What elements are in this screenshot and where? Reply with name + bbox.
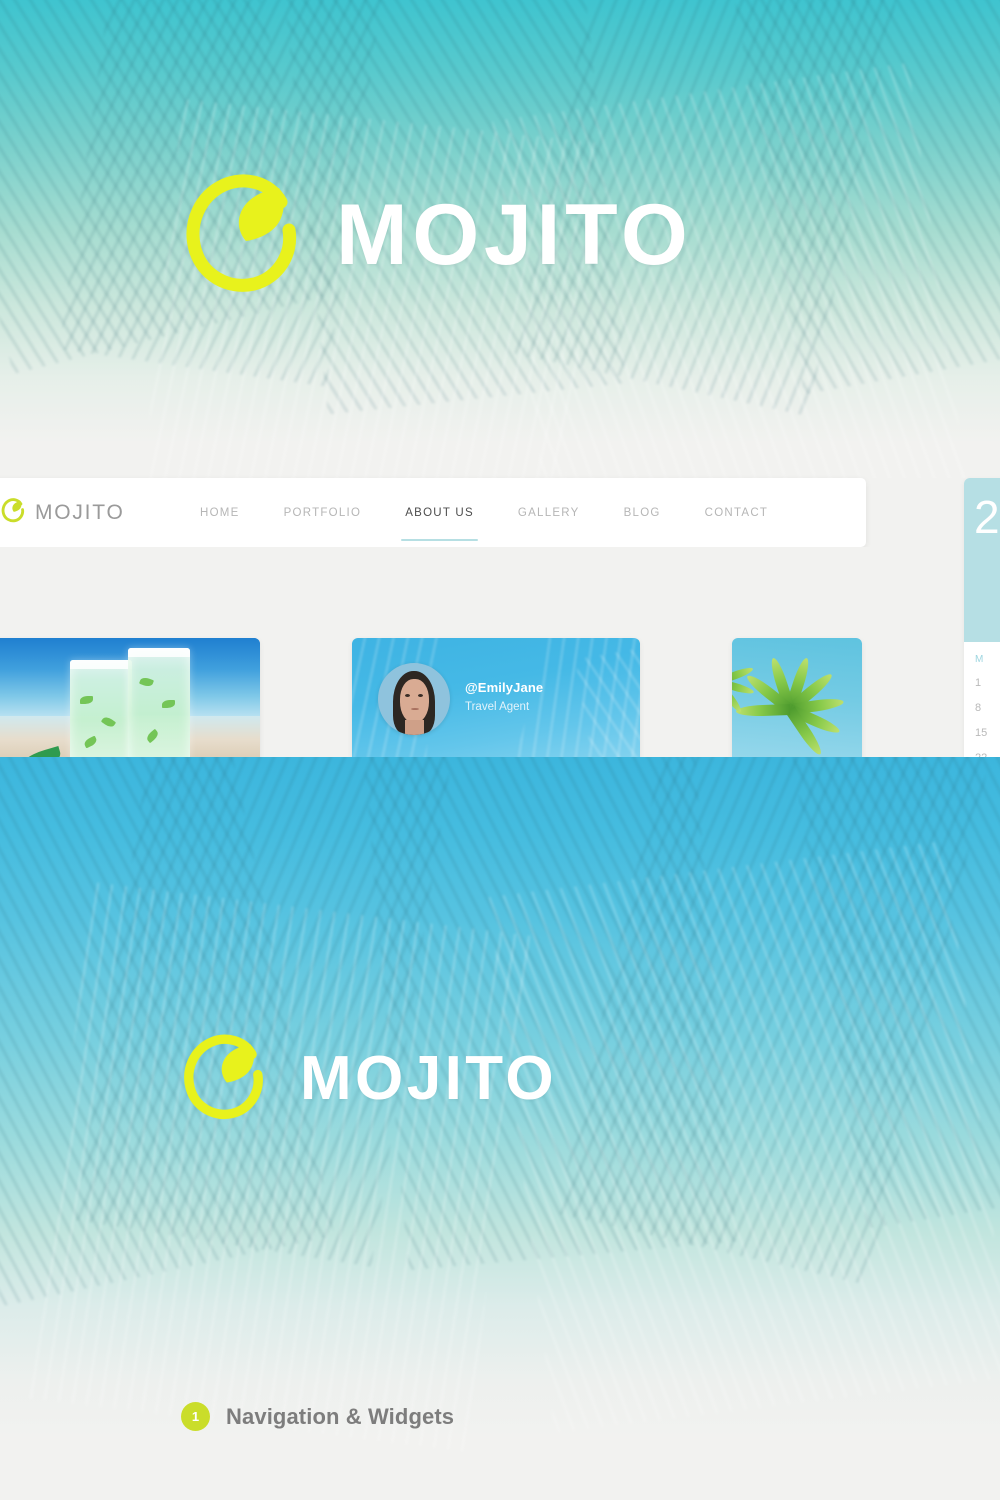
mojito-leaf-circle-icon	[178, 168, 306, 301]
calendar-day-cell[interactable]: 8	[975, 702, 981, 714]
hero-banner-bottom: MOJITO	[0, 757, 1000, 1500]
nav-item-contact[interactable]: CONTACT	[683, 478, 791, 547]
hero-top-wordmark: MOJITO	[336, 186, 693, 283]
calendar-body: M 1 8 15 22	[964, 642, 1000, 757]
calendar-dow-label: M	[975, 654, 984, 665]
palm-trees-photo-card[interactable]	[732, 638, 862, 757]
nav-menu: HOME PORTFOLIO ABOUT US GALLERY BLOG CON…	[178, 478, 790, 547]
calendar-day-cell[interactable]: 15	[975, 727, 987, 739]
profile-text-block: @EmilyJane Travel Agent	[465, 680, 543, 713]
profile-role: Travel Agent	[465, 701, 530, 713]
mojito-leaf-circle-icon	[0, 497, 26, 528]
main-navigation-bar: MOJITO HOME PORTFOLIO ABOUT US GALLERY B…	[0, 478, 866, 547]
section-title: Navigation & Widgets	[226, 1403, 455, 1429]
nav-item-gallery[interactable]: GALLERY	[496, 478, 602, 547]
mojito-glass-left	[70, 660, 132, 757]
content-cards-strip: @EmilyJane Travel Agent	[0, 547, 1000, 757]
nav-item-portfolio[interactable]: PORTFOLIO	[262, 478, 384, 547]
calendar-header: 2	[964, 478, 1000, 642]
calendar-column-monday: M 1 8 15 22	[964, 654, 1000, 757]
calendar-header-number: 2	[974, 491, 1000, 543]
hero-top-logo: MOJITO	[178, 168, 693, 301]
calendar-day-cell[interactable]: 1	[975, 677, 981, 689]
nav-brand-text: MOJITO	[35, 500, 125, 524]
hero-bottom-logo: MOJITO	[178, 1030, 557, 1127]
profile-card[interactable]: @EmilyJane Travel Agent	[352, 638, 640, 757]
mojito-leaf-circle-icon	[178, 1030, 270, 1127]
nav-item-about-us[interactable]: ABOUT US	[383, 478, 496, 547]
hero-banner-top: MOJITO	[0, 0, 1000, 478]
profile-handle: @EmilyJane	[465, 680, 544, 695]
hero-bottom-wordmark: MOJITO	[300, 1043, 558, 1113]
section-label: 1 Navigation & Widgets	[181, 1402, 454, 1431]
nav-item-blog[interactable]: BLOG	[602, 478, 683, 547]
mojito-drinks-photo-card[interactable]	[0, 638, 260, 757]
nav-brand-logo[interactable]: MOJITO	[0, 497, 178, 528]
nav-item-home[interactable]: HOME	[178, 478, 262, 547]
mojito-glass-right	[128, 648, 190, 757]
step-number-badge: 1	[181, 1402, 210, 1431]
calendar-widget[interactable]: 2 M 1 8 15 22	[964, 478, 1000, 757]
avatar	[378, 663, 450, 735]
palm-frond-texture-bottom	[0, 757, 1000, 1500]
